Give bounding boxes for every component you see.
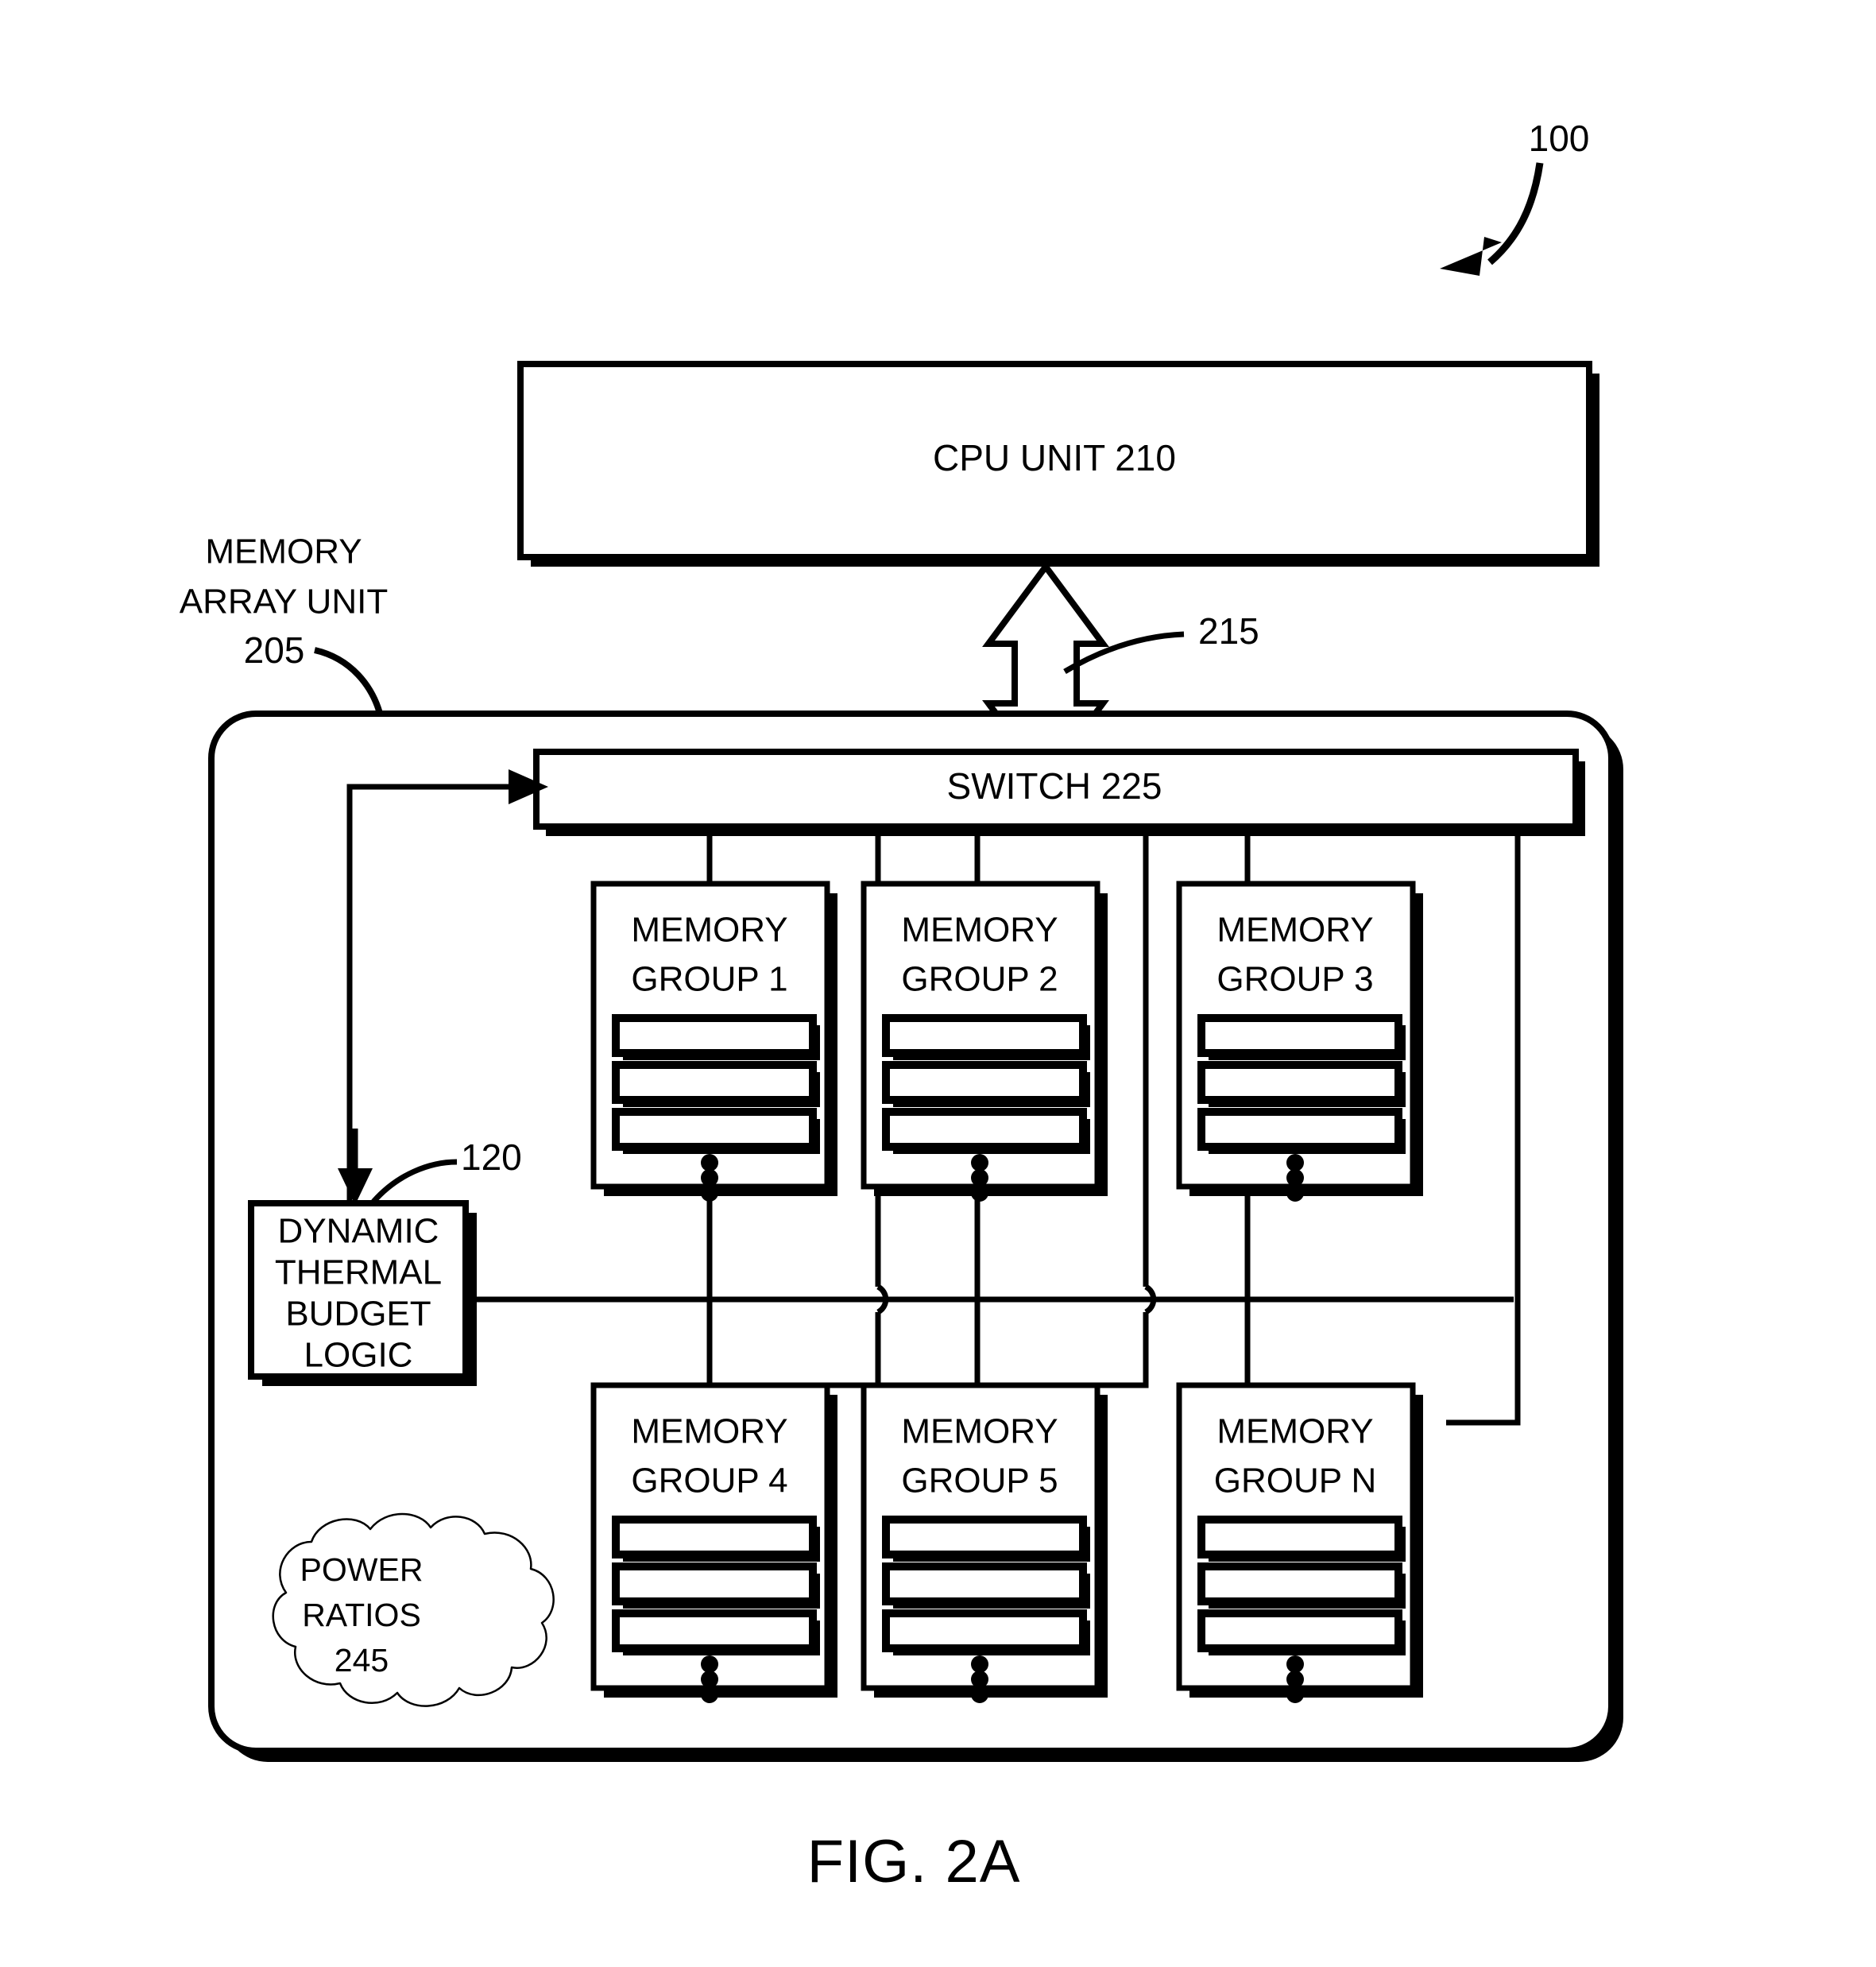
figure-caption: FIG. 2A [807,1828,1021,1895]
dtbl-label-line3: BUDGET [285,1295,431,1334]
patent-diagram: CPU UNIT 210 MEMORY ARRAY UNIT 205 215 1… [180,118,1623,1895]
power-ratios-ref: 245 [335,1642,389,1679]
dtbl-label-line4: LOGIC [304,1336,413,1375]
power-ratios-line2: RATIOS [302,1597,421,1633]
memory-array-unit-ref: 205 [244,629,305,671]
switch-label: SWITCH 225 [947,765,1162,807]
memory-group-4-label-line1: MEMORY [631,1412,787,1451]
memory-group-2-label-line2: GROUP 2 [901,960,1058,999]
system-ref-100: 100 [1529,118,1590,159]
memory-group-1-label-line2: GROUP 1 [631,960,787,999]
memory-group-5-label-line2: GROUP 5 [901,1462,1058,1500]
memory-array-unit-leader [314,647,385,720]
power-ratios-line1: POWER [300,1551,424,1588]
memory-group-n-label-line2: GROUP N [1214,1462,1377,1500]
memory-group-3-label-line1: MEMORY [1216,911,1373,950]
dtbl-label-line2: THERMAL [275,1253,442,1292]
memory-group-n-label-line1: MEMORY [1216,1412,1373,1451]
cpu-unit-label: CPU UNIT 210 [933,437,1176,478]
dtbl-ref-120: 120 [461,1136,522,1178]
memory-array-unit-label-line1: MEMORY [205,532,362,571]
system-ref-arrow [1440,162,1544,276]
figure-page: CPU UNIT 210 MEMORY ARRAY UNIT 205 215 1… [0,0,1876,1967]
memory-group-2-label-line1: MEMORY [901,911,1058,950]
memory-group-1-label-line1: MEMORY [631,911,787,950]
bus-ref-215: 215 [1198,610,1259,652]
memory-group-5-label-line1: MEMORY [901,1412,1058,1451]
memory-group-3-label-line2: GROUP 3 [1216,960,1373,999]
memory-array-unit-label-line2: ARRAY UNIT [180,583,388,621]
memory-group-4-label-line2: GROUP 4 [631,1462,787,1500]
dtbl-label-line1: DYNAMIC [278,1212,439,1251]
